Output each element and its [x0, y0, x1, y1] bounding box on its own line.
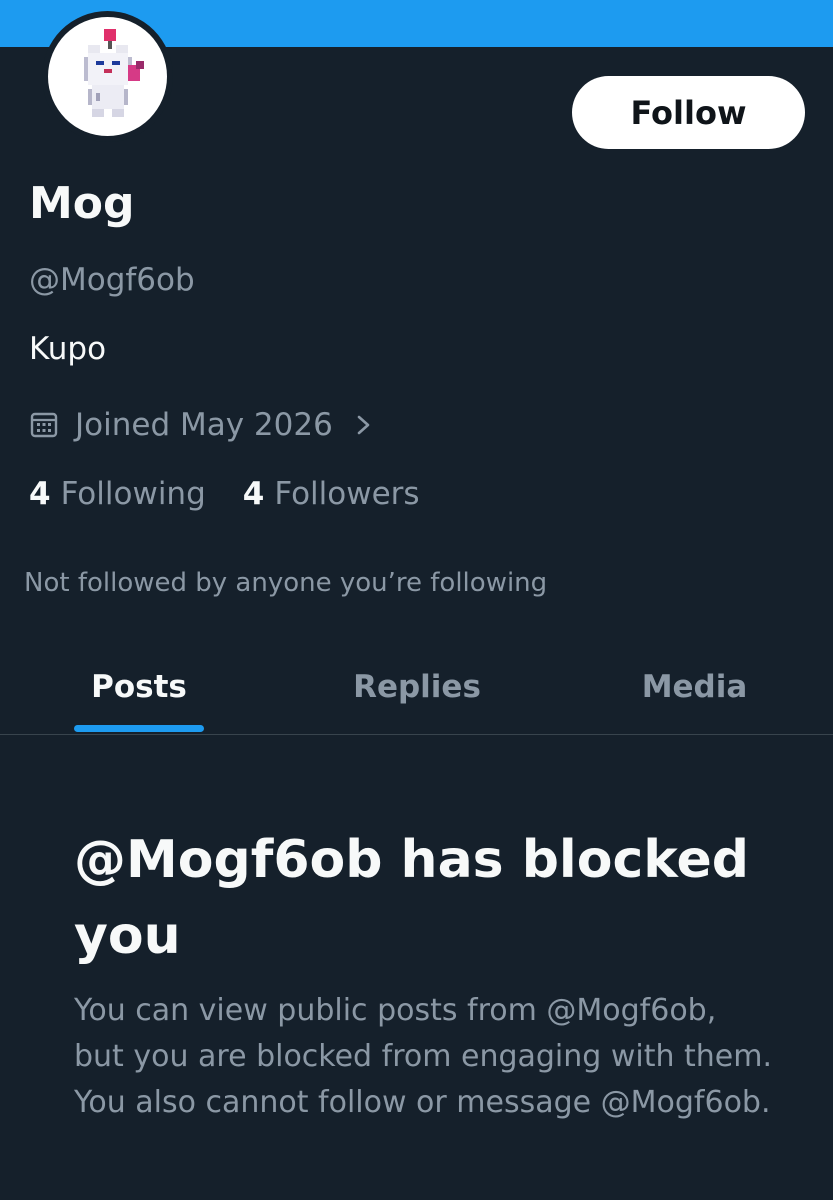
- active-tab-indicator: [74, 725, 204, 732]
- followers-label: Followers: [274, 476, 420, 512]
- followers-count: 4: [242, 476, 265, 512]
- mutual-followers-text: Not followed by anyone you’re following: [24, 568, 548, 598]
- display-name: Mog: [29, 178, 135, 229]
- follow-button[interactable]: Follow: [572, 76, 805, 149]
- profile-tabs: Posts Replies Media: [0, 640, 833, 735]
- followers-stat[interactable]: 4 Followers: [243, 476, 420, 512]
- tab-replies[interactable]: Replies: [278, 640, 556, 734]
- following-count: 4: [29, 476, 51, 512]
- chevron-right-icon: [355, 410, 373, 440]
- follow-stats: 4 Following 4 Followers: [29, 476, 420, 512]
- profile-bio: Kupo: [29, 331, 107, 367]
- joined-date: Joined May 2026: [75, 407, 333, 443]
- blocked-description: You can view public posts from @Mogf6ob,…: [74, 993, 773, 1120]
- calendar-icon: [29, 410, 59, 440]
- following-stat[interactable]: 4 Following: [29, 476, 206, 512]
- tab-posts[interactable]: Posts: [0, 640, 278, 734]
- moogle-avatar-image: [48, 17, 167, 136]
- following-label: Following: [60, 476, 206, 512]
- avatar[interactable]: [42, 11, 173, 142]
- profile-page: Follow Mog @Mogf6ob Kupo Joined May 2026: [0, 0, 833, 1200]
- blocked-heading: @Mogf6ob has blocked you: [74, 830, 749, 966]
- user-handle: @Mogf6ob: [29, 262, 195, 298]
- tab-media[interactable]: Media: [556, 640, 833, 734]
- joined-date-row[interactable]: Joined May 2026: [29, 403, 373, 447]
